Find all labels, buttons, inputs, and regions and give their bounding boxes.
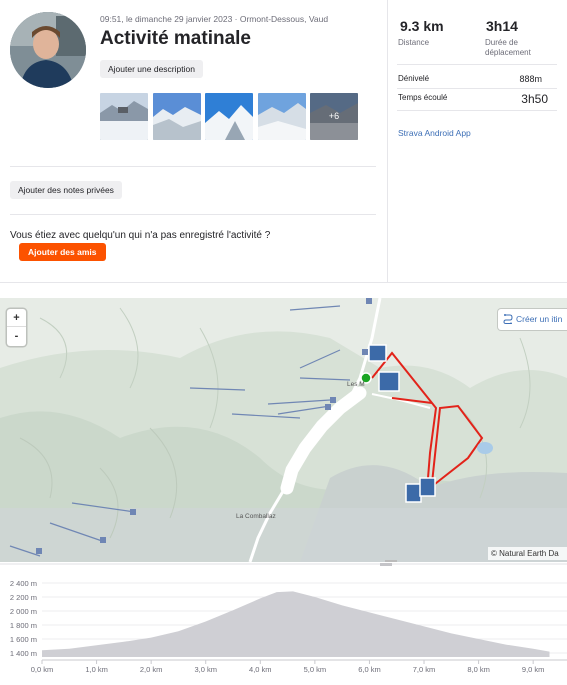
add-private-notes-button[interactable]: Ajouter des notes privées <box>10 181 122 199</box>
add-description-button[interactable]: Ajouter une description <box>100 60 203 78</box>
elevation-profile-area <box>42 591 550 657</box>
elevation-gain-label: Dénivelé <box>398 74 430 83</box>
add-friends-button[interactable]: Ajouter des amis <box>19 243 106 261</box>
photo-thumbnail[interactable] <box>100 93 148 140</box>
y-tick-label: 1 600 m <box>10 635 37 644</box>
x-tick-label: 2,0 km <box>140 665 163 674</box>
map-label-les-mosses: Les M <box>347 381 365 388</box>
photo-thumbnail[interactable] <box>258 93 306 140</box>
more-photos-count: +6 <box>310 93 358 140</box>
route-icon <box>503 314 513 324</box>
photo-thumbnail-more[interactable]: +6 <box>310 93 358 140</box>
divider <box>397 110 557 111</box>
activity-map[interactable]: Les M La Comballaz <box>0 298 567 562</box>
elapsed-time-label: Temps écoulé <box>398 93 448 102</box>
x-tick-label: 1,0 km <box>85 665 108 674</box>
elevation-gain-value: 888m <box>519 74 542 84</box>
x-tick-label: 3,0 km <box>194 665 217 674</box>
x-tick-label: 9,0 km <box>522 665 545 674</box>
x-tick-label: 5,0 km <box>304 665 327 674</box>
map-label-la-comballaz: La Comballaz <box>236 513 276 520</box>
y-tick-label: 1 400 m <box>10 649 37 658</box>
divider <box>397 88 557 89</box>
moving-time-value: 3h14 <box>486 18 518 34</box>
chart-top-border <box>0 563 567 565</box>
zoom-out-button[interactable]: - <box>7 327 26 345</box>
athlete-avatar[interactable] <box>10 12 86 88</box>
elapsed-time-value: 3h50 <box>521 92 548 106</box>
y-tick-label: 2 200 m <box>10 593 37 602</box>
moving-time-label: Durée de déplacement <box>485 38 531 57</box>
map-attribution[interactable]: © Natural Earth Da <box>488 547 567 560</box>
zoom-in-button[interactable]: + <box>7 309 26 327</box>
photo-thumbnail[interactable] <box>205 93 253 140</box>
divider <box>10 166 376 167</box>
divider <box>10 214 376 215</box>
x-tick-label: 8,0 km <box>467 665 490 674</box>
x-tick-label: 4,0 km <box>249 665 272 674</box>
device-name: Strava Android App <box>398 128 471 138</box>
friends-question: Vous étiez avec quelqu'un qui n'a pas en… <box>10 230 271 241</box>
photo-thumbnail[interactable] <box>153 93 201 140</box>
x-tick-label: 6,0 km <box>358 665 381 674</box>
activity-title[interactable]: Activité matinale <box>100 28 251 50</box>
y-tick-label: 2 000 m <box>10 607 37 616</box>
distance-value: 9.3 km <box>400 18 444 34</box>
column-divider <box>387 0 388 282</box>
elevation-chart[interactable]: 2 400 m 2 200 m 2 000 m 1 800 m 1 600 m 1 400… <box>0 563 567 685</box>
x-tick-label: 0,0 km <box>31 665 54 674</box>
resize-handle[interactable] <box>380 563 392 566</box>
activity-meta: 09:51, le dimanche 29 janvier 2023 · Orm… <box>100 14 329 24</box>
create-route-label: Créer un itin <box>516 314 563 324</box>
create-route-button[interactable]: Créer un itin <box>498 309 567 330</box>
divider <box>397 64 557 65</box>
divider <box>0 282 567 283</box>
y-tick-label: 2 400 m <box>10 579 37 588</box>
x-tick-label: 7,0 km <box>413 665 436 674</box>
zoom-control: + - <box>7 309 26 346</box>
y-tick-label: 1 800 m <box>10 621 37 630</box>
distance-label: Distance <box>398 38 430 47</box>
